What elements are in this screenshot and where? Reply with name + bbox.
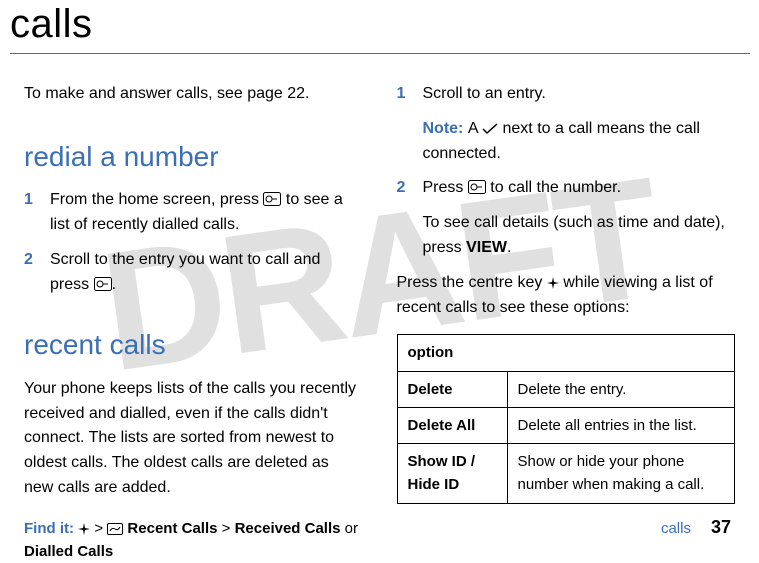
table-row: Delete Delete the entry. bbox=[397, 371, 735, 407]
step-body: From the home screen, press to see a lis… bbox=[50, 188, 363, 238]
note-label: Note: bbox=[423, 120, 468, 137]
findit-received: Received Calls bbox=[235, 520, 341, 537]
recent-step-2: 2 Press to call the number. bbox=[397, 176, 736, 201]
findit-recent-calls: Recent Calls bbox=[123, 520, 217, 537]
left-column: To make and answer calls, see page 22. r… bbox=[24, 82, 363, 563]
heading-redial: redial a number bbox=[24, 135, 363, 178]
table-header: option bbox=[397, 335, 735, 371]
heading-recent: recent calls bbox=[24, 323, 363, 366]
option-name: Show ID / Hide ID bbox=[397, 444, 507, 504]
options-table: option Delete Delete the entry. Delete A… bbox=[397, 334, 736, 503]
table-row: Show ID / Hide ID Show or hide your phon… bbox=[397, 444, 735, 504]
step-number: 1 bbox=[24, 188, 50, 238]
find-it-label: Find it: bbox=[24, 520, 78, 537]
checkmark-icon bbox=[482, 123, 498, 135]
step-number: 1 bbox=[397, 82, 423, 107]
table-row: Delete All Delete all entries in the lis… bbox=[397, 407, 735, 443]
step-body: Scroll to the entry you want to call and… bbox=[50, 248, 363, 298]
columns: To make and answer calls, see page 22. r… bbox=[24, 82, 735, 563]
title-rule bbox=[10, 53, 750, 54]
recent-calls-icon bbox=[107, 523, 123, 535]
step-text-pre: Press bbox=[423, 179, 468, 196]
recent-step-1: 1 Scroll to an entry. bbox=[397, 82, 736, 107]
redial-step-1: 1 From the home screen, press to see a l… bbox=[24, 188, 363, 238]
step-text-pre: Scroll to the entry you want to call and… bbox=[50, 251, 320, 293]
step-number: 2 bbox=[24, 248, 50, 298]
note-pre: A bbox=[468, 120, 482, 137]
step-text-post: . bbox=[112, 276, 116, 293]
centre-pre: Press the centre key bbox=[397, 274, 547, 291]
intro-text: To make and answer calls, see page 22. bbox=[24, 82, 363, 107]
option-name: Delete All bbox=[397, 407, 507, 443]
right-column: 1 Scroll to an entry. Note: A next to a … bbox=[397, 82, 736, 563]
centre-key-line: Press the centre key while viewing a lis… bbox=[397, 271, 736, 321]
view-softkey: VIEW bbox=[466, 239, 507, 256]
option-name: Delete bbox=[397, 371, 507, 407]
send-key-icon bbox=[468, 180, 486, 194]
step-number: 2 bbox=[397, 176, 423, 201]
page: DRAFT calls To make and answer calls, se… bbox=[0, 2, 759, 548]
step-text-pre: From the home screen, press bbox=[50, 191, 263, 208]
find-it-line: Find it: > Recent Calls > Received Calls… bbox=[24, 517, 363, 563]
send-key-icon bbox=[94, 277, 112, 291]
findit-sep: > bbox=[90, 520, 107, 537]
detail-line: To see call details (such as time and da… bbox=[423, 211, 736, 261]
step-body: Scroll to an entry. bbox=[423, 82, 736, 107]
centre-key-icon bbox=[78, 523, 90, 535]
centre-key-icon bbox=[547, 277, 559, 289]
findit-or: or bbox=[341, 520, 359, 537]
findit-sep: > bbox=[217, 520, 234, 537]
note-line: Note: A next to a call means the call co… bbox=[423, 117, 736, 167]
detail-post: . bbox=[507, 239, 511, 256]
step-body: Press to call the number. bbox=[423, 176, 736, 201]
option-desc: Delete the entry. bbox=[507, 371, 735, 407]
send-key-icon bbox=[263, 192, 281, 206]
option-desc: Show or hide your phone number when maki… bbox=[507, 444, 735, 504]
step-text-post: to call the number. bbox=[486, 179, 621, 196]
recent-description: Your phone keeps lists of the calls you … bbox=[24, 377, 363, 501]
option-desc: Delete all entries in the list. bbox=[507, 407, 735, 443]
redial-step-2: 2 Scroll to the entry you want to call a… bbox=[24, 248, 363, 298]
table-header-row: option bbox=[397, 335, 735, 371]
page-title: calls bbox=[10, 2, 735, 47]
